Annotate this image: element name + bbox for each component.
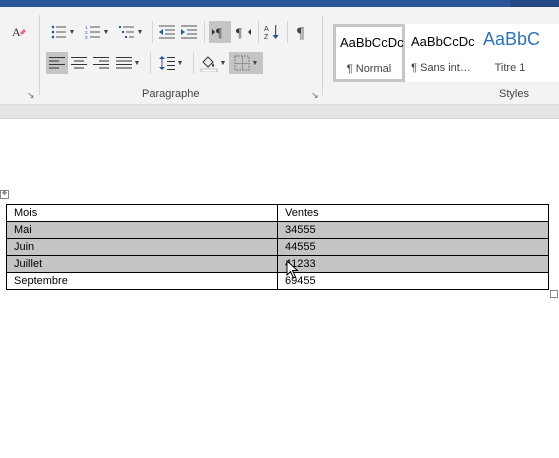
group-separator [322,15,323,95]
ribbon: A ▼ 1 2 3 ▼ ▼ ¶ ¶ A Z ¶ ▼ ▼ ▼ ▼ Paragrap… [0,7,559,104]
clear-formatting-icon: A [12,25,26,39]
style-preview: AaBbC [483,29,541,49]
show-formatting-marks-button[interactable]: ¶ [292,21,314,43]
table-cell-mois[interactable]: Juin [6,238,278,256]
center-icon [71,57,87,69]
style-no-spacing[interactable]: AaBbCcDc ¶ Sans int… [405,24,477,82]
sort-icon: A Z [264,25,279,40]
table-cell-ventes[interactable]: 44555 [277,238,549,256]
table-cell-mois[interactable]: Juillet [6,255,278,273]
center-button[interactable] [68,52,90,74]
table-header-cell[interactable]: Ventes [277,204,549,222]
style-preview: AaBbCcDc [340,35,404,50]
svg-text:¶: ¶ [236,25,242,39]
style-preview: AaBbCcDc [411,34,475,49]
title-bar [0,0,559,7]
button-separator [258,21,259,43]
paragraph-group-label: Paragraphe [142,88,200,100]
clear-formatting-button[interactable]: A [8,21,30,43]
table-row: Septembre 69455 [6,272,549,290]
justify-icon [115,57,132,69]
group-separator [39,15,40,95]
svg-text:A: A [264,26,269,33]
document-page[interactable]: ✥ Mois Ventes Mai 34555 Juin 44555 Juill… [0,120,559,458]
table-resize-handle[interactable] [550,290,558,298]
button-separator [204,21,205,43]
align-right-icon [93,57,109,69]
chevron-down-icon: ▼ [251,59,259,67]
shading-button[interactable]: ▼ [197,52,229,74]
style-heading-1[interactable]: AaBbC Titre 1 [477,24,559,82]
table-cell-mois[interactable]: Mai [6,221,278,239]
shading-icon [200,56,217,72]
left-to-right-icon: ¶ [212,25,222,39]
decrease-indent-button[interactable] [156,21,178,43]
mouse-pointer-icon [286,260,299,279]
table-row: Juillet 41233 [6,255,549,273]
table-row: Mai 34555 [6,221,549,239]
paragraph-dialog-launcher-icon[interactable]: ↘ [311,91,319,100]
table-header-row: Mois Ventes [6,204,549,222]
bullets-button[interactable]: ▼ [48,21,78,43]
button-separator [152,21,153,43]
title-bar-control[interactable] [510,0,559,7]
button-separator [150,52,151,74]
style-name: Titre 1 [494,62,526,74]
multilevel-list-button[interactable]: ▼ [116,21,146,43]
chevron-down-icon: ▼ [219,59,227,67]
justify-button[interactable]: ▼ [112,52,144,74]
multilevel-list-icon [118,26,134,38]
line-spacing-icon [158,56,175,70]
right-to-left-icon: ¶ [236,25,251,39]
table-move-handle-icon[interactable]: ✥ [0,190,9,199]
bullets-icon [51,25,66,39]
left-to-right-button[interactable]: ¶ [209,21,231,43]
style-normal[interactable]: AaBbCcDc ¶ Normal [333,24,405,82]
borders-button[interactable]: ▼ [229,52,263,74]
decrease-indent-icon [159,25,175,39]
increase-indent-icon [181,25,197,39]
numbering-icon: 1 2 3 [85,25,100,39]
style-name: ¶ Normal [346,63,392,75]
styles-group-label: Styles [499,88,529,100]
button-separator [287,21,288,43]
table-cell-ventes[interactable]: 41233 [277,255,549,273]
svg-text:¶: ¶ [297,25,305,40]
svg-text:3: 3 [85,35,88,39]
align-left-button[interactable] [46,52,68,74]
align-left-icon [49,57,65,69]
table-row: Juin 44555 [6,238,549,256]
font-dialog-launcher-icon[interactable]: ↘ [27,91,35,100]
numbering-button[interactable]: 1 2 3 ▼ [82,21,112,43]
sort-button[interactable]: A Z [261,21,283,43]
borders-icon [234,55,250,71]
chevron-down-icon: ▼ [136,28,144,36]
line-spacing-button[interactable]: ▼ [155,52,187,74]
svg-text:Z: Z [264,34,269,40]
chevron-down-icon: ▼ [68,28,76,36]
svg-text:A: A [12,25,21,39]
chevron-down-icon: ▼ [102,28,110,36]
table-cell-mois[interactable]: Septembre [6,272,278,290]
table-cell-ventes[interactable]: 34555 [277,221,549,239]
table-cell-ventes[interactable]: 69455 [277,272,549,290]
table-header-cell[interactable]: Mois [6,204,278,222]
increase-indent-button[interactable] [178,21,200,43]
sales-table[interactable]: Mois Ventes Mai 34555 Juin 44555 Juillet… [6,204,549,290]
chevron-down-icon: ▼ [133,59,141,67]
ribbon-bottom-bar [0,104,559,119]
svg-text:¶: ¶ [216,25,222,39]
button-separator [193,52,194,74]
show-formatting-marks-icon: ¶ [297,25,305,40]
right-to-left-button[interactable]: ¶ [232,21,254,43]
style-name: ¶ Sans int… [411,62,471,74]
align-right-button[interactable] [90,52,112,74]
chevron-down-icon: ▼ [176,59,184,67]
